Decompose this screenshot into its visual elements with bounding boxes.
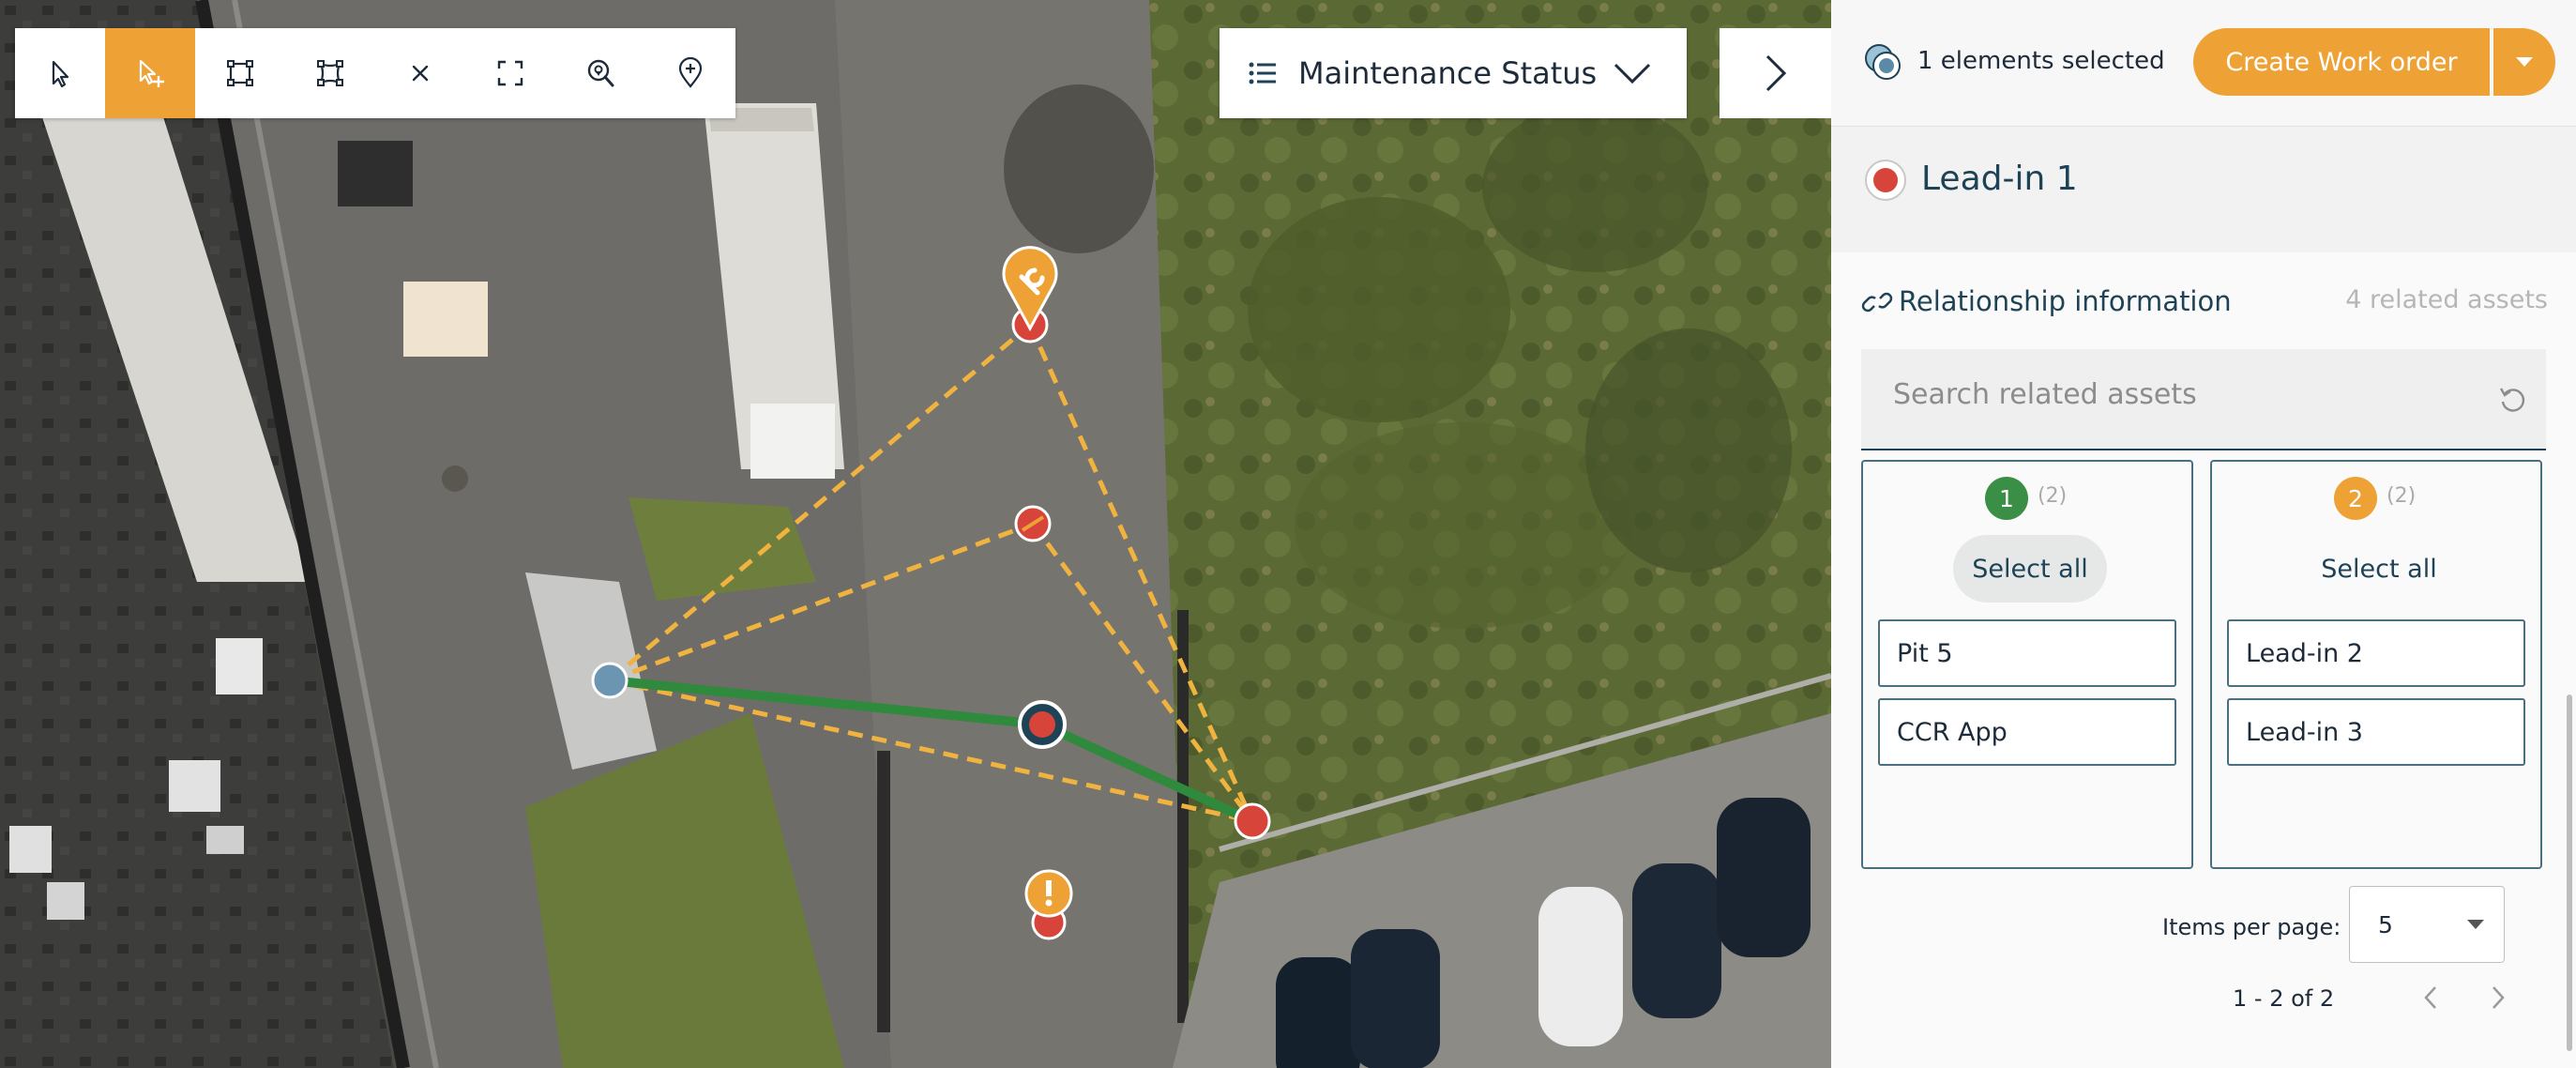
add-select-tool[interactable] — [105, 28, 195, 118]
panel-scrollbar[interactable] — [2567, 694, 2572, 1051]
selection-header: 1 elements selected Create Work order — [1831, 0, 2576, 127]
related-asset-item[interactable]: Lead-in 3 — [2227, 698, 2525, 766]
asset-status-dot — [1865, 160, 1906, 201]
layer-select-dropdown[interactable]: Maintenance Status — [1220, 28, 1687, 118]
multi-select-icon — [1865, 44, 1901, 80]
clear-selection-tool[interactable] — [375, 28, 465, 118]
related-asset-item[interactable]: Pit 5 — [1878, 619, 2176, 687]
select-tool[interactable] — [15, 28, 105, 118]
polygon-select-icon — [317, 60, 343, 86]
warning-marker-icon[interactable] — [1024, 869, 1073, 940]
selected-asset-marker[interactable] — [1018, 700, 1067, 749]
create-work-order-dropdown[interactable] — [2493, 28, 2555, 96]
add-marker-tool[interactable] — [645, 28, 735, 118]
relationship-title: Relationship information — [1899, 285, 2232, 317]
group-badge: 1 — [1985, 477, 2028, 520]
search-related-field — [1861, 349, 2546, 450]
asset-marker-wrench[interactable] — [1002, 246, 1058, 343]
map-toolbar — [15, 28, 735, 118]
select-all-button[interactable]: Select all — [1953, 535, 2107, 603]
related-group-2: 2 (2) Select all Lead-in 2 Lead-in 3 — [2210, 460, 2542, 869]
polygon-select-tool[interactable] — [285, 28, 375, 118]
clear-icon — [412, 65, 429, 82]
items-per-page-value: 5 — [2378, 911, 2393, 938]
items-per-page-select[interactable]: 5 — [2349, 886, 2505, 963]
group-badge: 2 — [2334, 477, 2377, 520]
related-group-1: 1 (2) Select all Pit 5 CCR App — [1861, 460, 2193, 869]
map-markers — [591, 246, 1271, 940]
link-icon — [1861, 292, 1893, 313]
create-work-order-button[interactable]: Create Work order — [2193, 28, 2490, 96]
chevron-left-icon[interactable] — [2420, 984, 2441, 1012]
related-assets-count: 4 related assets — [2345, 285, 2548, 314]
zoom-to-icon — [587, 59, 614, 87]
relationship-header: Relationship information 4 related asset… — [1861, 282, 2548, 323]
add-marker-icon — [678, 57, 703, 88]
related-asset-item[interactable]: CCR App — [1878, 698, 2176, 766]
asset-title: Lead-in 1 — [1921, 160, 2078, 198]
selection-count-text: 1 elements selected — [1917, 47, 2165, 75]
asset-marker-red[interactable] — [1014, 505, 1052, 542]
items-per-page-label: Items per page: — [2162, 914, 2341, 940]
related-asset-item[interactable]: Lead-in 2 — [2227, 619, 2525, 687]
zoom-to-tool[interactable] — [555, 28, 645, 118]
chevron-right-icon — [1765, 54, 1786, 92]
map-view[interactable]: Maintenance Status — [0, 0, 1831, 1068]
caret-down-icon — [2516, 57, 2533, 67]
pagination-range: 1 - 2 of 2 — [2233, 985, 2335, 1012]
group-count: (2) — [2038, 484, 2068, 508]
panel-toggle-button[interactable] — [1720, 28, 1831, 118]
asset-marker-blue[interactable] — [591, 662, 629, 699]
search-related-input[interactable] — [1891, 377, 2458, 412]
fit-extent-tool[interactable] — [465, 28, 555, 118]
asset-marker-red-2[interactable] — [1234, 802, 1271, 840]
chevron-down-icon — [1614, 63, 1651, 84]
rectangle-select-icon — [227, 60, 253, 86]
reset-icon[interactable] — [2497, 385, 2527, 415]
group-count: (2) — [2387, 484, 2417, 508]
caret-down-icon — [2467, 920, 2484, 929]
select-all-button[interactable]: Select all — [2302, 535, 2456, 603]
add-select-icon — [139, 59, 164, 87]
select-icon — [52, 60, 69, 88]
chevron-right-icon[interactable] — [2488, 984, 2508, 1012]
fit-extent-icon — [497, 60, 523, 86]
rectangle-select-tool[interactable] — [195, 28, 285, 118]
details-panel: 1 elements selected Create Work order Le… — [1831, 0, 2576, 1068]
list-icon — [1249, 62, 1276, 84]
layer-select-label: Maintenance Status — [1298, 55, 1598, 91]
